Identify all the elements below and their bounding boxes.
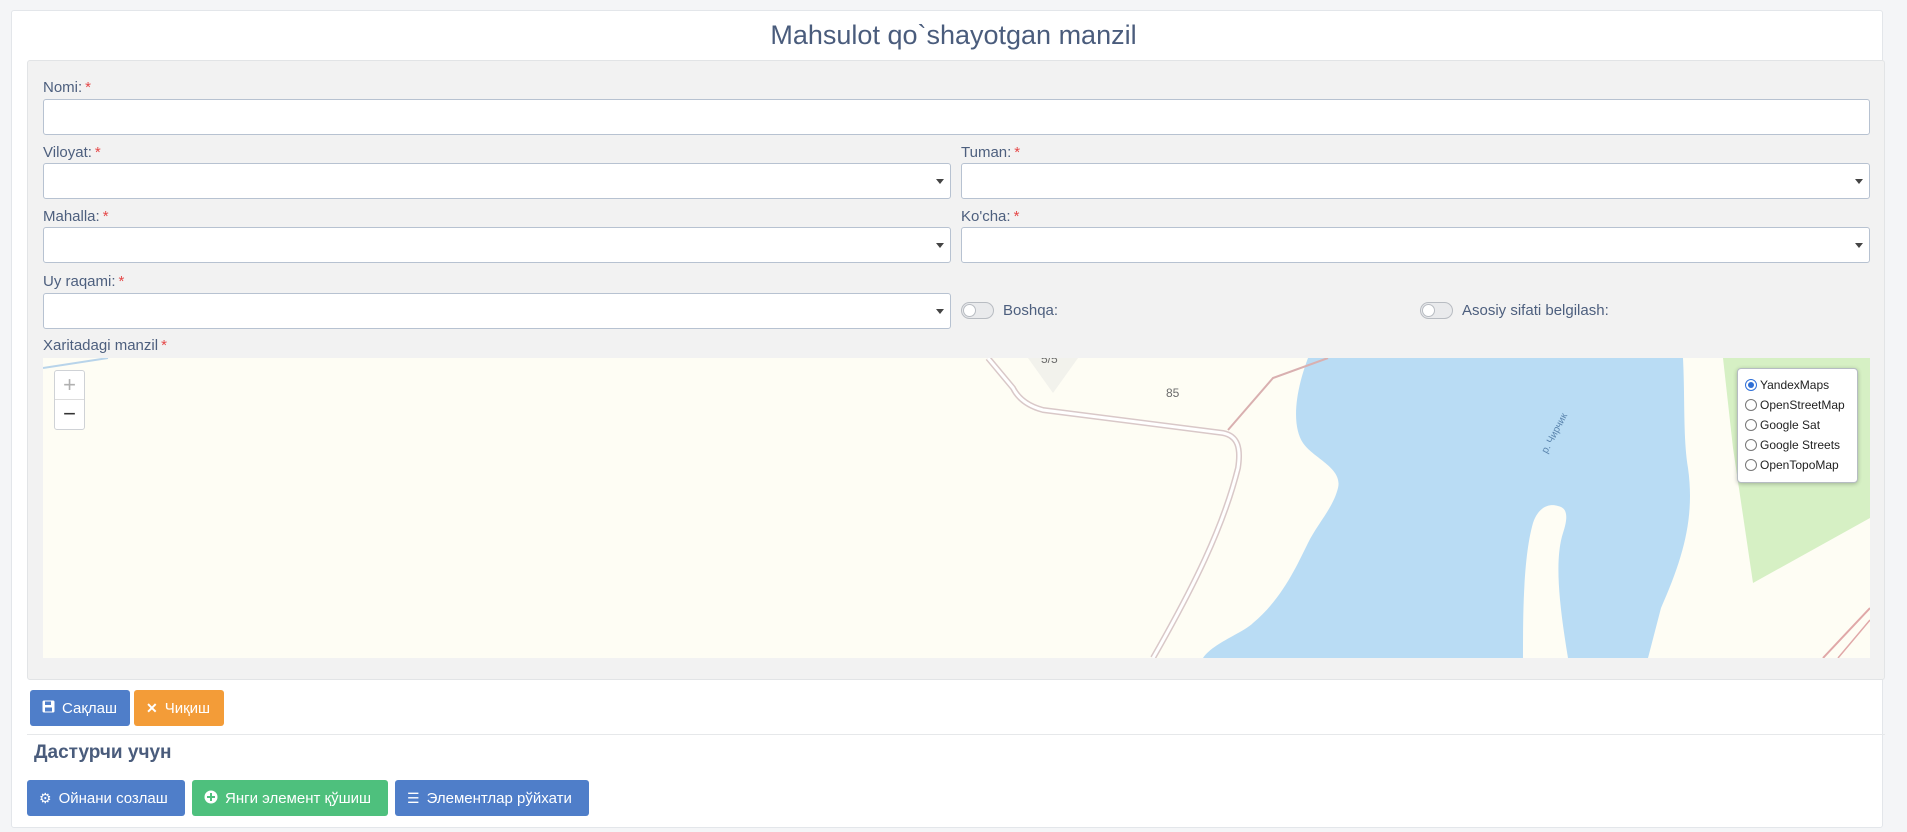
house-number-select[interactable] [43, 293, 951, 329]
developer-section-title: Дастурчи учун [34, 742, 172, 763]
layer-option-yandex[interactable]: YandexMaps [1745, 375, 1857, 395]
exit-button-label: Чиқиш [164, 699, 211, 717]
house-number-label: Uy raqami: * [43, 273, 125, 290]
mahalla-select[interactable] [43, 227, 951, 263]
map-address-label: Xaritadagi manzil * [43, 337, 167, 354]
gear-icon: ⚙ [39, 789, 52, 806]
elements-list-label: Элементлар рўйхати [426, 789, 572, 807]
map-label-house-partial: 5/5 [1041, 358, 1058, 366]
chevron-down-icon [1855, 243, 1863, 248]
main-toggle-label: Asosiy sifati belgilash: [1462, 302, 1609, 319]
map-tiles [43, 358, 1870, 658]
zoom-out-button[interactable]: − [55, 400, 84, 429]
toggle-knob [1422, 304, 1435, 317]
radio-icon[interactable] [1745, 439, 1757, 451]
layer-option-opentopo[interactable]: OpenTopoMap [1745, 455, 1857, 475]
chevron-down-icon [936, 309, 944, 314]
name-label: Nomi: * [43, 79, 92, 96]
map-view[interactable]: 85 5/5 р. Чирчик + − YandexMaps OpenStre… [43, 358, 1870, 658]
radio-icon[interactable] [1745, 459, 1757, 471]
mahalla-label: Mahalla: * [43, 208, 109, 225]
radio-checked-icon[interactable] [1745, 379, 1757, 391]
zoom-in-button[interactable]: + [55, 371, 84, 400]
chevron-down-icon [1855, 179, 1863, 184]
layer-switcher: YandexMaps OpenStreetMap Google Sat Goog… [1737, 368, 1858, 483]
add-element-button[interactable]: Янги элемент қўшиш [192, 780, 388, 816]
window-settings-button[interactable]: ⚙ Ойнани созлаш [27, 780, 185, 816]
layer-option-osm[interactable]: OpenStreetMap [1745, 395, 1857, 415]
district-label: Tuman: * [961, 144, 1021, 161]
chevron-down-icon [936, 243, 944, 248]
radio-icon[interactable] [1745, 399, 1757, 411]
name-field[interactable] [43, 99, 1870, 135]
other-toggle-label: Boshqa: [1003, 302, 1059, 319]
street-label: Ko'cha: * [961, 208, 1020, 225]
save-button-label: Сақлаш [62, 699, 118, 717]
page-title: Mahsulot qo`shayotgan manzil [770, 20, 1137, 50]
map-label-house: 85 [1166, 386, 1180, 400]
list-icon: ☰ [407, 789, 420, 806]
save-icon [42, 700, 55, 716]
save-button[interactable]: Сақлаш [30, 690, 130, 726]
chevron-down-icon [936, 179, 944, 184]
elements-list-button[interactable]: ☰ Элементлар рўйхати [395, 780, 589, 816]
region-select[interactable] [43, 163, 951, 199]
add-element-label: Янги элемент қўшиш [225, 789, 372, 807]
layer-option-google-sat[interactable]: Google Sat [1745, 415, 1857, 435]
layer-option-google-streets[interactable]: Google Streets [1745, 435, 1857, 455]
main-toggle[interactable] [1420, 302, 1453, 319]
district-select[interactable] [961, 163, 1870, 199]
toggle-knob [963, 304, 976, 317]
window-settings-label: Ойнани созлаш [58, 789, 168, 807]
street-select[interactable] [961, 227, 1870, 263]
other-toggle[interactable] [961, 302, 994, 319]
plus-circle-icon [204, 790, 218, 807]
region-label: Viloyat: * [43, 144, 101, 161]
divider [27, 734, 1885, 735]
exit-button[interactable]: ✕ Чиқиш [134, 690, 224, 726]
zoom-control: + − [54, 370, 85, 430]
radio-icon[interactable] [1745, 419, 1757, 431]
close-icon: ✕ [146, 699, 158, 716]
